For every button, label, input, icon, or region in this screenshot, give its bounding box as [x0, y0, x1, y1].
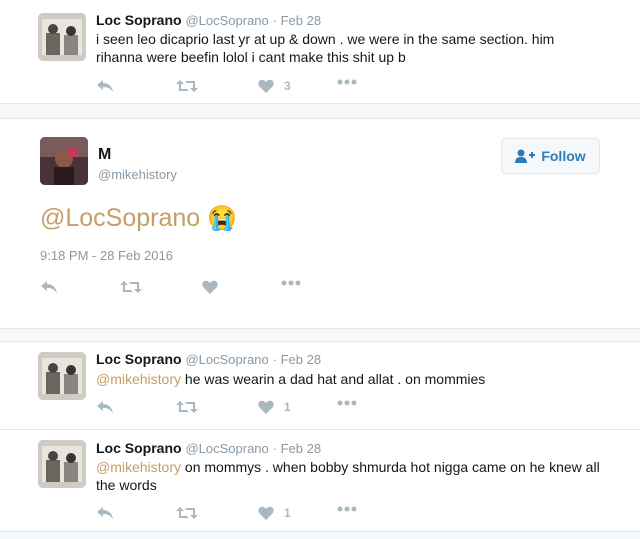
heart-icon: [258, 79, 274, 93]
avatar-photo-icon: [40, 137, 88, 185]
retweet-icon: [176, 507, 198, 519]
like-button[interactable]: [202, 280, 218, 294]
tweet-header: Loc Soprano @LocSoprano · Feb 28: [96, 12, 321, 28]
tweet-actions: 1: [96, 400, 396, 416]
follow-user-icon: [515, 149, 536, 163]
tweet-text: @LocSoprano 😭: [40, 202, 237, 235]
follow-label: Follow: [541, 148, 586, 164]
retweet-button[interactable]: [176, 79, 198, 93]
tweet-body: he was wearin a dad hat and allat . on m…: [181, 371, 486, 387]
like-button[interactable]: 3: [258, 79, 291, 93]
heart-icon: [258, 506, 274, 520]
reply-button[interactable]: [40, 280, 58, 294]
more-button[interactable]: [337, 400, 357, 406]
tweet-text: i seen leo dicaprio last yr at up & down…: [96, 31, 555, 65]
more-icon: [337, 506, 357, 512]
like-button[interactable]: 1: [258, 400, 291, 414]
tweet-date[interactable]: · Feb 28: [273, 352, 321, 367]
tweet-text: @mikehistory he was wearin a dad hat and…: [96, 370, 566, 388]
avatar[interactable]: [38, 352, 86, 400]
avatar-photo-icon: [38, 13, 86, 61]
tweet-actions: [40, 280, 340, 296]
retweet-button[interactable]: [176, 506, 198, 520]
tweet-actions: 1: [96, 506, 396, 522]
like-count: 1: [284, 506, 291, 520]
avatar-photo-icon: [38, 352, 86, 400]
tweet-date[interactable]: · Feb 28: [273, 441, 321, 456]
heart-icon: [258, 400, 274, 414]
user-name[interactable]: Loc Soprano: [96, 351, 182, 367]
tweet-text: @mikehistory on mommys . when bobby shmu…: [96, 458, 606, 494]
user-handle[interactable]: @LocSoprano: [185, 352, 268, 367]
tweet-header: Loc Soprano @LocSoprano · Feb 28: [96, 440, 321, 456]
more-icon: [337, 400, 357, 406]
avatar[interactable]: [40, 137, 88, 185]
reply-button[interactable]: [96, 506, 114, 520]
user-handle[interactable]: @LocSoprano: [185, 441, 268, 456]
user-name[interactable]: Loc Soprano: [96, 440, 182, 456]
retweet-icon: [176, 80, 198, 92]
reply-icon: [97, 80, 113, 92]
like-count: 1: [284, 400, 291, 414]
avatar-photo-icon: [38, 440, 86, 488]
more-button[interactable]: [337, 79, 357, 85]
avatar[interactable]: [38, 440, 86, 488]
user-name[interactable]: Loc Soprano: [96, 12, 182, 28]
retweet-icon: [120, 281, 142, 293]
reply-button[interactable]: [96, 79, 114, 93]
reply-icon: [41, 281, 57, 293]
more-button[interactable]: [337, 506, 357, 512]
tweet-reply[interactable]: Loc Soprano @LocSoprano · Feb 28 @mikehi…: [0, 341, 640, 430]
like-count: 3: [284, 79, 291, 93]
tweet-reply[interactable]: Loc Soprano @LocSoprano · Feb 28 @mikehi…: [0, 429, 640, 532]
more-button[interactable]: [281, 280, 301, 286]
user-name[interactable]: M: [98, 146, 111, 164]
tweet-header: Loc Soprano @LocSoprano · Feb 28: [96, 351, 321, 367]
tweet-reply-top[interactable]: Loc Soprano @LocSoprano · Feb 28 i seen …: [0, 0, 640, 104]
retweet-button[interactable]: [120, 280, 142, 294]
like-button[interactable]: 1: [258, 506, 291, 520]
tweet-actions: 3: [96, 79, 396, 95]
reply-button[interactable]: [96, 400, 114, 414]
reply-icon: [97, 401, 113, 413]
mention-link[interactable]: @LocSoprano: [40, 204, 200, 232]
tweet-date[interactable]: · Feb 28: [273, 13, 321, 28]
mention-link[interactable]: @mikehistory: [96, 371, 181, 387]
tweet-timestamp[interactable]: 9:18 PM - 28 Feb 2016: [40, 248, 173, 263]
follow-button[interactable]: Follow: [501, 138, 600, 174]
retweet-icon: [176, 401, 198, 413]
crying-emoji-icon: 😭: [207, 205, 238, 232]
reply-icon: [97, 507, 113, 519]
more-icon: [337, 79, 357, 85]
more-icon: [281, 280, 301, 286]
avatar[interactable]: [38, 13, 86, 61]
retweet-button[interactable]: [176, 400, 198, 414]
heart-icon: [202, 280, 218, 294]
user-handle[interactable]: @LocSoprano: [185, 13, 268, 28]
user-handle[interactable]: @mikehistory: [98, 167, 177, 182]
mention-link[interactable]: @mikehistory: [96, 459, 181, 475]
